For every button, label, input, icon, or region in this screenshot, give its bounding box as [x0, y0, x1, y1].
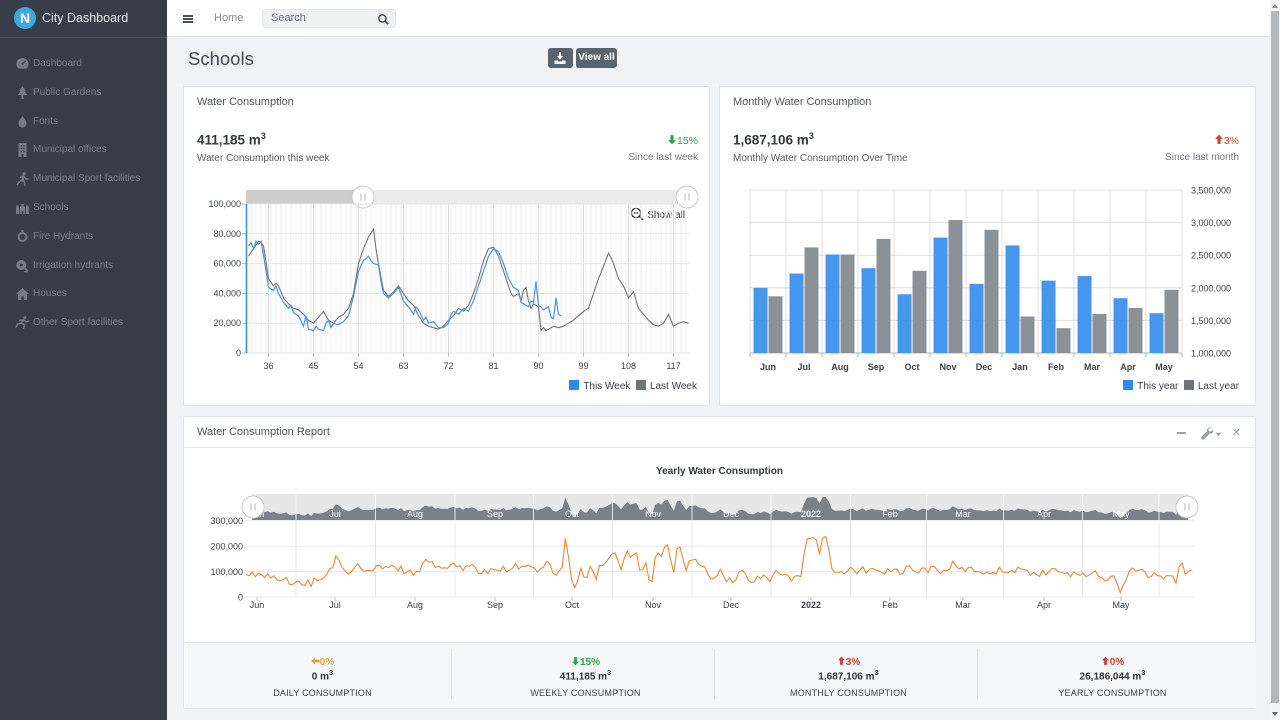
svg-text:Jun: Jun — [250, 600, 265, 610]
svg-text:2,500,000: 2,500,000 — [1191, 251, 1231, 261]
svg-text:Dec: Dec — [976, 362, 993, 372]
svg-text:Jun: Jun — [760, 362, 776, 372]
svg-text:20,000: 20,000 — [213, 318, 241, 328]
svg-text:May: May — [1112, 509, 1130, 519]
svg-text:60,000: 60,000 — [213, 259, 241, 269]
svg-text:Aug: Aug — [407, 509, 423, 519]
svg-text:Feb: Feb — [1048, 362, 1065, 372]
svg-text:90: 90 — [533, 361, 543, 371]
svg-text:45: 45 — [308, 361, 318, 371]
svg-text:3,000,000: 3,000,000 — [1191, 218, 1231, 228]
svg-text:Nov: Nov — [645, 600, 662, 610]
svg-text:Jan: Jan — [1012, 362, 1028, 372]
svg-text:108: 108 — [621, 361, 636, 371]
svg-text:117: 117 — [666, 361, 680, 371]
svg-text:May: May — [1155, 362, 1173, 372]
svg-text:54: 54 — [353, 361, 363, 371]
svg-text:2,000,000: 2,000,000 — [1191, 283, 1231, 293]
svg-text:Sep: Sep — [487, 509, 503, 519]
svg-text:200,000: 200,000 — [210, 542, 243, 552]
svg-text:36: 36 — [263, 361, 273, 371]
svg-text:Apr: Apr — [1120, 362, 1136, 372]
svg-text:Mar: Mar — [955, 600, 971, 610]
svg-text:Jul: Jul — [329, 509, 341, 519]
svg-text:Feb: Feb — [882, 509, 898, 519]
svg-text:Dec: Dec — [723, 600, 740, 610]
svg-text:Nov: Nov — [645, 509, 662, 519]
svg-text:81: 81 — [488, 361, 498, 371]
svg-text:Sep: Sep — [868, 362, 885, 372]
svg-text:Apr: Apr — [1037, 600, 1051, 610]
svg-text:Apr: Apr — [1037, 509, 1051, 519]
svg-text:0: 0 — [236, 348, 241, 358]
svg-text:Jul: Jul — [329, 600, 341, 610]
svg-text:1,000,000: 1,000,000 — [1191, 349, 1231, 359]
svg-text:Oct: Oct — [565, 600, 580, 610]
svg-text:80,000: 80,000 — [213, 229, 241, 239]
svg-text:1,500,000: 1,500,000 — [1191, 316, 1231, 326]
svg-text:2022: 2022 — [801, 600, 821, 610]
svg-text:May: May — [1112, 600, 1130, 610]
svg-text:40,000: 40,000 — [213, 288, 241, 298]
svg-text:Oct: Oct — [565, 509, 580, 519]
svg-text:99: 99 — [578, 361, 588, 371]
svg-text:3,500,000: 3,500,000 — [1191, 186, 1231, 196]
svg-text:Sep: Sep — [487, 600, 503, 610]
svg-text:Oct: Oct — [904, 362, 919, 372]
svg-text:Nov: Nov — [939, 362, 956, 372]
svg-text:0: 0 — [238, 593, 243, 603]
svg-text:100,000: 100,000 — [210, 567, 243, 577]
svg-text:63: 63 — [398, 361, 408, 371]
svg-text:Dec: Dec — [723, 509, 740, 519]
svg-text:Jul: Jul — [797, 362, 810, 372]
svg-text:Aug: Aug — [831, 362, 849, 372]
svg-text:72: 72 — [443, 361, 453, 371]
svg-text:Mar: Mar — [955, 509, 971, 519]
svg-text:Mar: Mar — [1084, 362, 1101, 372]
svg-text:300,000: 300,000 — [210, 516, 243, 526]
svg-text:Feb: Feb — [882, 600, 898, 610]
svg-text:Aug: Aug — [407, 600, 423, 610]
svg-text:100,000: 100,000 — [208, 199, 241, 209]
svg-text:2022: 2022 — [801, 509, 821, 519]
